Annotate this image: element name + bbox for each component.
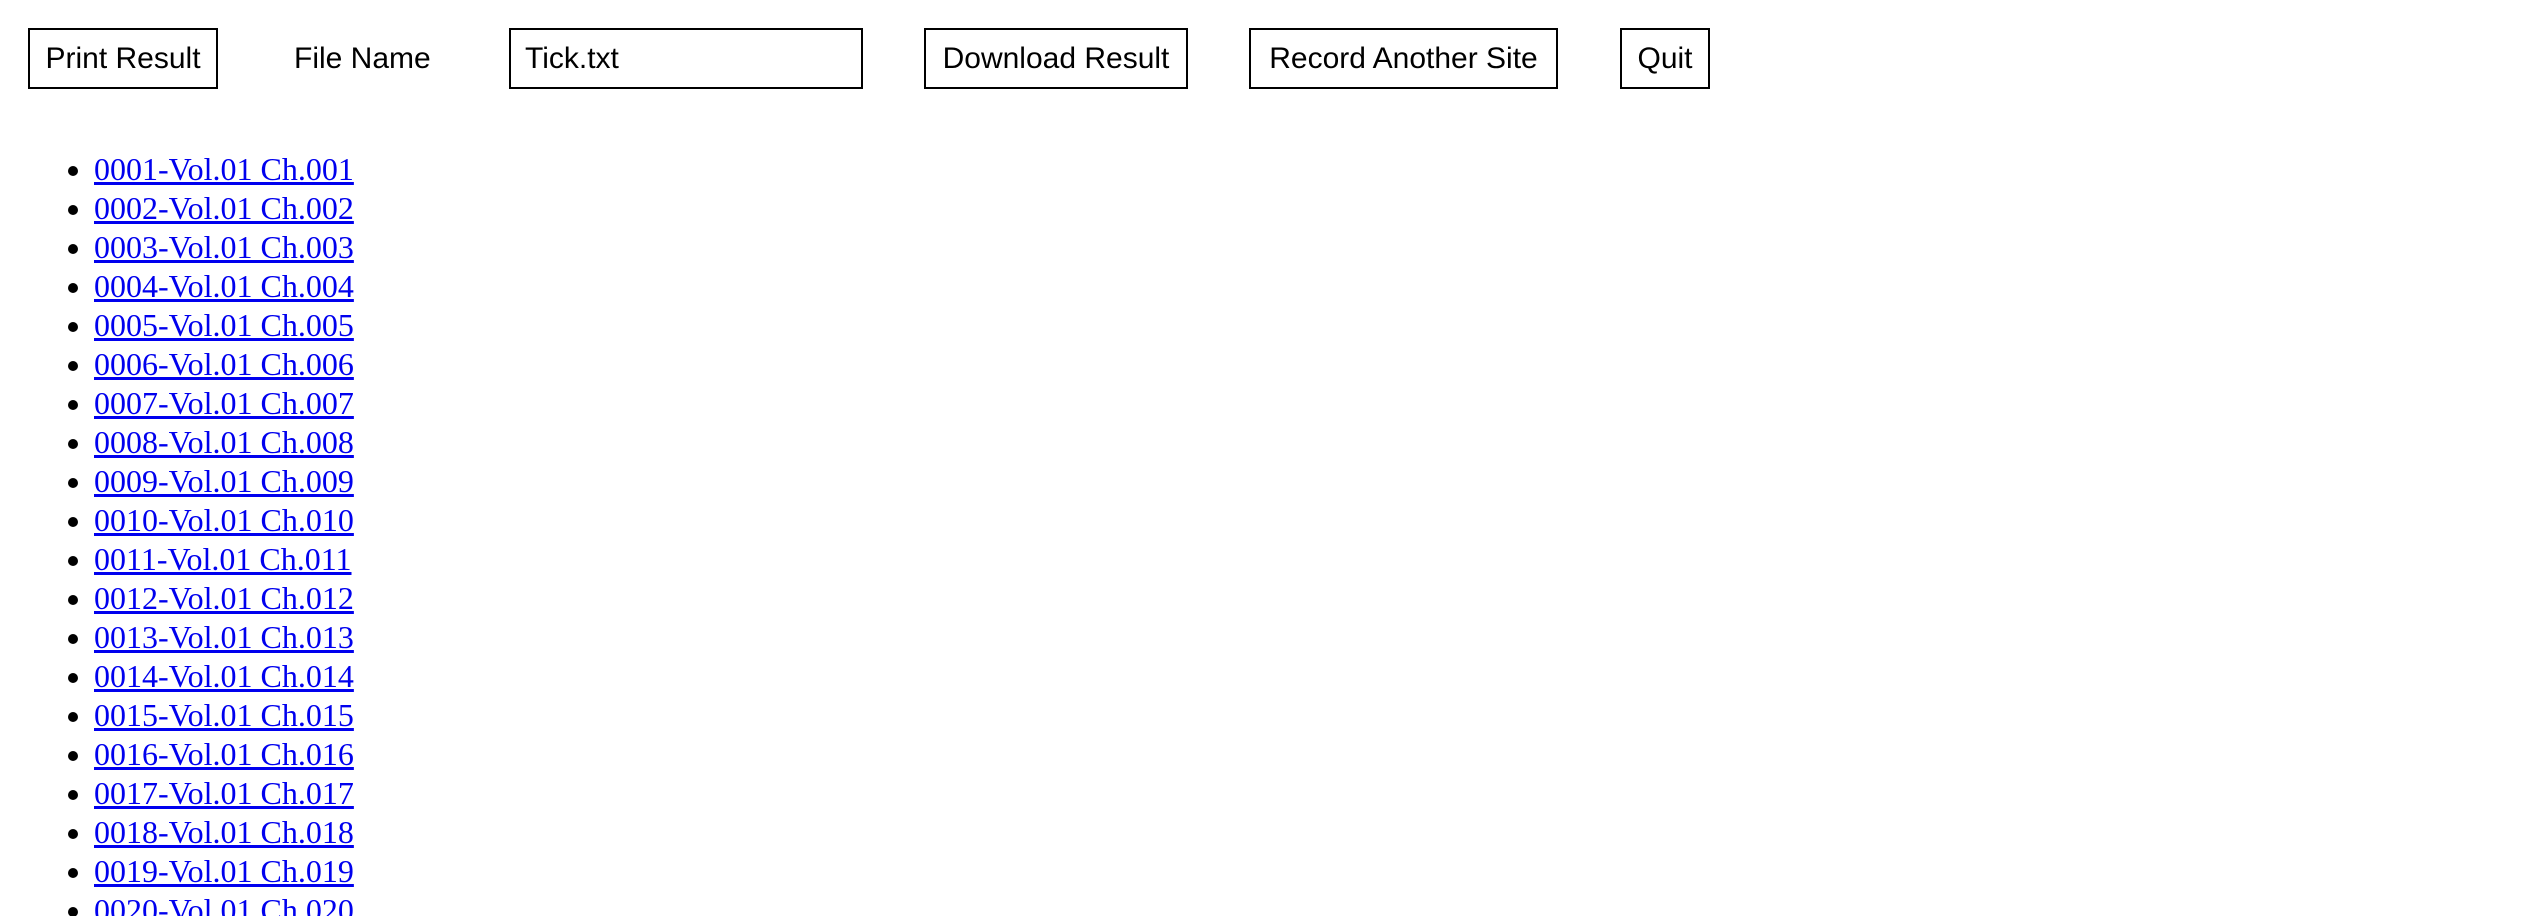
- list-item: 0018-Vol.01 Ch.018: [94, 813, 354, 852]
- list-item: 0019-Vol.01 Ch.019: [94, 852, 354, 891]
- chapter-link[interactable]: 0006-Vol.01 Ch.006: [94, 346, 354, 382]
- chapter-link[interactable]: 0009-Vol.01 Ch.009: [94, 463, 354, 499]
- chapter-link[interactable]: 0020-Vol.01 Ch.020: [94, 892, 354, 916]
- toolbar: Print Result File Name Download Result R…: [0, 0, 2546, 100]
- chapter-link[interactable]: 0012-Vol.01 Ch.012: [94, 580, 354, 616]
- list-item: 0012-Vol.01 Ch.012: [94, 579, 354, 618]
- chapter-link[interactable]: 0014-Vol.01 Ch.014: [94, 658, 354, 694]
- chapter-link[interactable]: 0001-Vol.01 Ch.001: [94, 151, 354, 187]
- list-item: 0006-Vol.01 Ch.006: [94, 345, 354, 384]
- chapter-link[interactable]: 0007-Vol.01 Ch.007: [94, 385, 354, 421]
- list-item: 0014-Vol.01 Ch.014: [94, 657, 354, 696]
- file-name-input[interactable]: [509, 28, 863, 89]
- chapter-link[interactable]: 0011-Vol.01 Ch.011: [94, 541, 352, 577]
- list-item: 0002-Vol.01 Ch.002: [94, 189, 354, 228]
- file-name-label: File Name: [294, 42, 431, 75]
- list-item: 0003-Vol.01 Ch.003: [94, 228, 354, 267]
- list-item: 0009-Vol.01 Ch.009: [94, 462, 354, 501]
- list-item: 0005-Vol.01 Ch.005: [94, 306, 354, 345]
- chapter-link[interactable]: 0002-Vol.01 Ch.002: [94, 190, 354, 226]
- list-item: 0008-Vol.01 Ch.008: [94, 423, 354, 462]
- chapter-link[interactable]: 0010-Vol.01 Ch.010: [94, 502, 354, 538]
- list-item: 0011-Vol.01 Ch.011: [94, 540, 354, 579]
- quit-button[interactable]: Quit: [1620, 28, 1710, 89]
- chapter-link[interactable]: 0019-Vol.01 Ch.019: [94, 853, 354, 889]
- list-item: 0015-Vol.01 Ch.015: [94, 696, 354, 735]
- record-another-site-button[interactable]: Record Another Site: [1249, 28, 1558, 89]
- list-item: 0020-Vol.01 Ch.020: [94, 891, 354, 916]
- chapter-link[interactable]: 0017-Vol.01 Ch.017: [94, 775, 354, 811]
- chapter-link[interactable]: 0018-Vol.01 Ch.018: [94, 814, 354, 850]
- list-item: 0013-Vol.01 Ch.013: [94, 618, 354, 657]
- chapter-link[interactable]: 0016-Vol.01 Ch.016: [94, 736, 354, 772]
- chapter-link[interactable]: 0015-Vol.01 Ch.015: [94, 697, 354, 733]
- chapter-link[interactable]: 0003-Vol.01 Ch.003: [94, 229, 354, 265]
- list-item: 0001-Vol.01 Ch.001: [94, 150, 354, 189]
- list-item: 0004-Vol.01 Ch.004: [94, 267, 354, 306]
- list-item: 0017-Vol.01 Ch.017: [94, 774, 354, 813]
- download-result-button[interactable]: Download Result: [924, 28, 1188, 89]
- list-item: 0007-Vol.01 Ch.007: [94, 384, 354, 423]
- chapter-link[interactable]: 0013-Vol.01 Ch.013: [94, 619, 354, 655]
- list-item: 0016-Vol.01 Ch.016: [94, 735, 354, 774]
- print-result-button[interactable]: Print Result: [28, 28, 218, 89]
- list-item: 0010-Vol.01 Ch.010: [94, 501, 354, 540]
- chapter-link[interactable]: 0008-Vol.01 Ch.008: [94, 424, 354, 460]
- chapter-list: 0001-Vol.01 Ch.0010002-Vol.01 Ch.0020003…: [0, 150, 354, 916]
- chapter-link[interactable]: 0004-Vol.01 Ch.004: [94, 268, 354, 304]
- chapter-link[interactable]: 0005-Vol.01 Ch.005: [94, 307, 354, 343]
